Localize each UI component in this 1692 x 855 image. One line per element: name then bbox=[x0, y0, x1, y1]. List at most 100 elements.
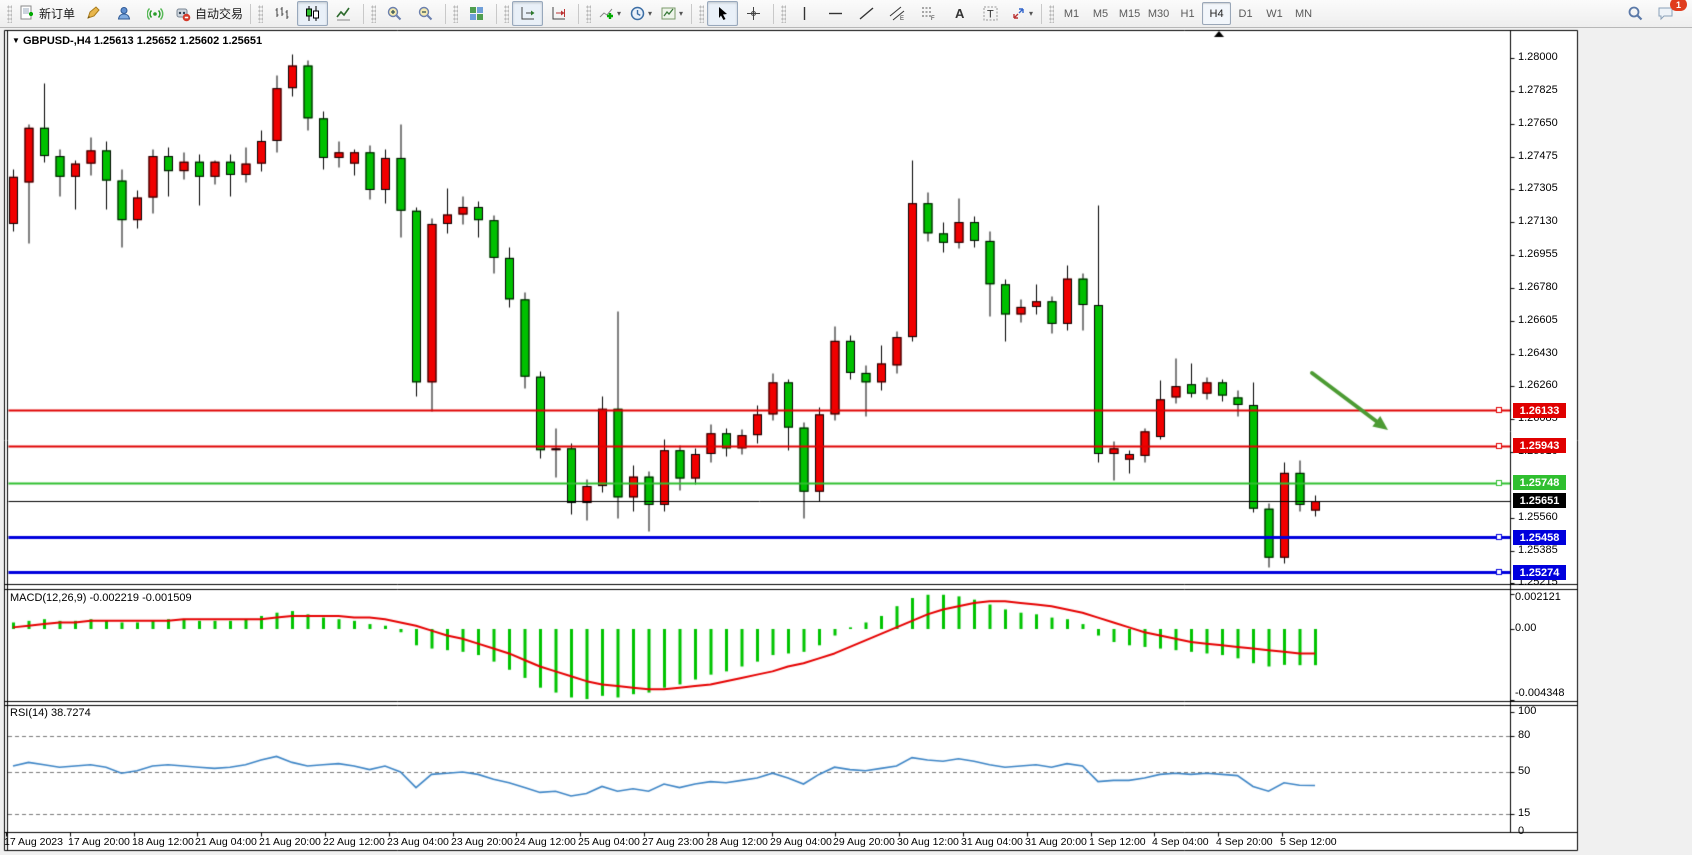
toolbar-grip bbox=[586, 5, 591, 23]
timeframe-h1-button[interactable]: H1 bbox=[1173, 2, 1202, 25]
signal-green-icon bbox=[147, 5, 164, 22]
time-axis-label: 17 Aug 2023 bbox=[4, 836, 63, 848]
zoom-in-button[interactable] bbox=[379, 1, 410, 26]
periods-button[interactable]: ▾ bbox=[625, 1, 656, 26]
new-order-label: 新订单 bbox=[39, 5, 75, 22]
tile-windows-button[interactable] bbox=[461, 1, 492, 26]
time-axis-label: 25 Aug 04:00 bbox=[578, 836, 640, 848]
templates-button[interactable]: ▾ bbox=[656, 1, 687, 26]
chart-candles-button[interactable] bbox=[297, 1, 328, 26]
toolbar-grip bbox=[1049, 5, 1054, 23]
indicators-button[interactable]: ▾ bbox=[594, 1, 625, 26]
chart-title: GBPUSD-,H4 1.25613 1.25652 1.25602 1.256… bbox=[23, 35, 262, 47]
text-button[interactable]: A bbox=[944, 1, 975, 26]
timeframe-d1-button[interactable]: D1 bbox=[1231, 2, 1260, 25]
algo-trading-button[interactable]: 自动交易 bbox=[171, 1, 246, 26]
vertical-line-button[interactable] bbox=[789, 1, 820, 26]
rsi-axis-label: 100 bbox=[1518, 705, 1536, 717]
fibonacci-button[interactable]: F bbox=[913, 1, 944, 26]
timeframe-h4-button[interactable]: H4 bbox=[1202, 2, 1231, 25]
new-order-button[interactable]: 新订单 bbox=[15, 1, 78, 26]
auto-scroll-button[interactable] bbox=[512, 1, 543, 26]
price-line-box: 1.25458 bbox=[1513, 530, 1566, 545]
timeframe-m30-button[interactable]: M30 bbox=[1144, 2, 1173, 25]
text-label-button[interactable]: T bbox=[975, 1, 1006, 26]
dropdown-arrow-icon[interactable]: ▾ bbox=[617, 9, 621, 18]
crosshair-button[interactable] bbox=[738, 1, 769, 26]
cursor-button[interactable] bbox=[707, 1, 738, 26]
trendline-button[interactable] bbox=[851, 1, 882, 26]
tiles-icon bbox=[468, 5, 485, 22]
macd-axis-label: 0.002121 bbox=[1515, 591, 1561, 603]
rsi-label: RSI(14) 38.7274 bbox=[10, 707, 91, 719]
rsi-axis-label: 50 bbox=[1518, 765, 1530, 777]
metaeditor-button[interactable] bbox=[78, 1, 109, 26]
time-axis-label: 4 Sep 20:00 bbox=[1216, 836, 1273, 848]
macd-axis-label: 0.00 bbox=[1515, 622, 1536, 634]
tline-icon bbox=[858, 5, 875, 22]
signals-button[interactable] bbox=[140, 1, 171, 26]
time-axis-label: 18 Aug 12:00 bbox=[132, 836, 194, 848]
time-axis-label: 27 Aug 23:00 bbox=[642, 836, 704, 848]
chartshift-icon bbox=[550, 5, 567, 22]
chart-bars-button[interactable] bbox=[266, 1, 297, 26]
one-click-trading-arrow[interactable]: ▼ bbox=[12, 36, 20, 45]
price-axis-label: 1.26260 bbox=[1518, 379, 1558, 391]
timeframe-w1-button[interactable]: W1 bbox=[1260, 2, 1289, 25]
horizontal-line-button[interactable] bbox=[820, 1, 851, 26]
rsi-axis-label: 80 bbox=[1518, 729, 1530, 741]
timeframe-m5-button[interactable]: M5 bbox=[1086, 2, 1115, 25]
template-icon bbox=[660, 5, 677, 22]
autoscroll-icon bbox=[519, 5, 536, 22]
search-button[interactable] bbox=[1620, 1, 1651, 26]
svg-text:E: E bbox=[900, 16, 904, 22]
price-axis-label: 1.27825 bbox=[1518, 84, 1558, 96]
dropdown-arrow-icon[interactable]: ▾ bbox=[679, 9, 683, 18]
clock-icon bbox=[629, 5, 646, 22]
robot-red-icon bbox=[174, 5, 191, 22]
arrows-button[interactable]: ▾ bbox=[1006, 1, 1037, 26]
time-axis-label: 1 Sep 12:00 bbox=[1089, 836, 1146, 848]
toolbar: 新订单 自动交易 ▾ ▾ ▾ E FAT ▾ M1M5M15M30H1H4D1W1MN 1 bbox=[0, 0, 1692, 28]
price-line-box: 1.25274 bbox=[1513, 565, 1566, 580]
timeframe-mn-button[interactable]: MN bbox=[1289, 2, 1318, 25]
chart-line-button[interactable] bbox=[328, 1, 359, 26]
hline-icon bbox=[827, 5, 844, 22]
price-axis-label: 1.27475 bbox=[1518, 150, 1558, 162]
time-axis-label: 24 Aug 12:00 bbox=[514, 836, 576, 848]
mt4-application: 新订单 自动交易 ▾ ▾ ▾ E FAT ▾ M1M5M15M30H1H4D1W1MN 1 ▼ G… bbox=[0, 0, 1692, 855]
toolbar-separator bbox=[250, 4, 251, 24]
price-axis-label: 1.26955 bbox=[1518, 248, 1558, 260]
toolbar-separator bbox=[1041, 4, 1042, 24]
timeframe-m1-button[interactable]: M1 bbox=[1057, 2, 1086, 25]
price-axis-label: 1.25560 bbox=[1518, 511, 1558, 523]
time-axis-label: 31 Aug 04:00 bbox=[961, 836, 1023, 848]
zoom-out-button[interactable] bbox=[410, 1, 441, 26]
price-axis-label: 1.27650 bbox=[1518, 117, 1558, 129]
search-icon bbox=[1627, 5, 1644, 22]
timeframe-m15-button[interactable]: M15 bbox=[1115, 2, 1144, 25]
pencil-gold-icon bbox=[85, 5, 102, 22]
rsi-axis-label: 15 bbox=[1518, 807, 1530, 819]
toolbar-separator bbox=[445, 4, 446, 24]
arrows-icon bbox=[1010, 5, 1027, 22]
price-line-box: 1.25748 bbox=[1513, 475, 1566, 490]
toolbar-grip bbox=[504, 5, 509, 23]
toolbar-grip bbox=[371, 5, 376, 23]
zoom-out-icon bbox=[417, 5, 434, 22]
fibo-icon: F bbox=[920, 5, 937, 22]
price-axis-label: 1.27305 bbox=[1518, 182, 1558, 194]
time-axis-label: 23 Aug 04:00 bbox=[387, 836, 449, 848]
dropdown-arrow-icon[interactable]: ▾ bbox=[1029, 9, 1033, 18]
dropdown-arrow-icon[interactable]: ▾ bbox=[648, 9, 652, 18]
chart-canvas[interactable] bbox=[0, 0, 1692, 855]
notifications-button[interactable]: 1 bbox=[1651, 1, 1682, 26]
toolbar-separator bbox=[363, 4, 364, 24]
toolbar-separator bbox=[578, 4, 579, 24]
equidistant-channel-button[interactable]: E bbox=[882, 1, 913, 26]
toolbar-grip bbox=[453, 5, 458, 23]
toolbar-grip bbox=[699, 5, 704, 23]
chart-shift-button[interactable] bbox=[543, 1, 574, 26]
indicator-plus-icon bbox=[598, 5, 615, 22]
community-button[interactable] bbox=[109, 1, 140, 26]
